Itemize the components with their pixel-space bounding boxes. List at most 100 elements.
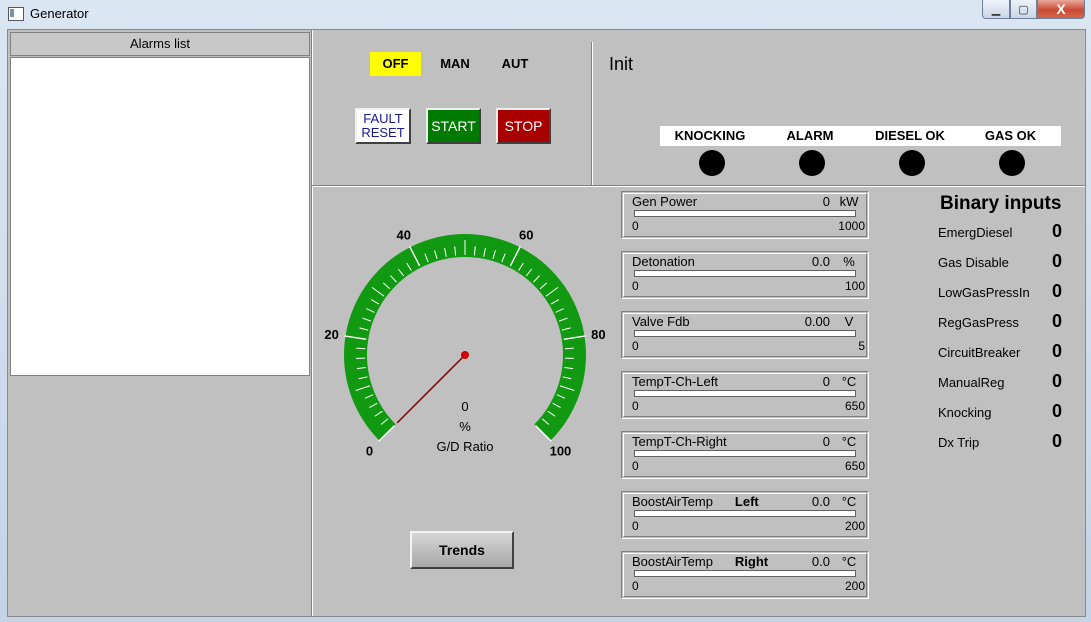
meter-value: 0.0 [811, 254, 830, 269]
knocking-indicator-light [699, 150, 725, 176]
binary-input-name: EmergDiesel [938, 225, 1013, 240]
meter-bar [634, 270, 856, 277]
indicator-label-diesel-ok: DIESEL OK [875, 128, 945, 143]
meter-name: TempT-Ch-Left [632, 374, 718, 389]
meter-value: 0.0 [811, 554, 830, 569]
maximize-button[interactable]: ▢ [1010, 0, 1037, 19]
mode-man[interactable]: MAN [433, 52, 477, 76]
meter-name-text: TempT-Ch-Right [632, 434, 727, 449]
binary-input-row: CircuitBreaker 0 [938, 341, 1062, 362]
mode-aut[interactable]: AUT [495, 52, 535, 76]
gd-ratio-gauge: 0 20 40 60 80 100 0 % G/D Ratio [312, 187, 612, 487]
gauge-unit: % [459, 419, 471, 434]
fault-reset-button[interactable]: FAULT RESET [355, 108, 411, 144]
meter-unit: °C [841, 374, 857, 389]
gauge-hub [461, 351, 469, 359]
start-button[interactable]: START [426, 108, 481, 144]
meter-min: 0 [632, 279, 639, 293]
trends-button[interactable]: Trends [410, 531, 514, 569]
mode-off[interactable]: OFF [370, 52, 421, 76]
meter-name-text: BoostAirTemp [632, 554, 713, 569]
meter-panel: BoostAirTemp Right 0.0 °C 0 200 [621, 551, 869, 599]
meter-panel: Valve Fdb 0.00 V 0 5 [621, 311, 869, 359]
meter-name-text: Detonation [632, 254, 695, 269]
meter-bar [634, 450, 856, 457]
meter-max: 100 [844, 279, 865, 293]
gauge-tick [564, 347, 574, 350]
gauge-tick [356, 347, 366, 350]
window-title: Generator [30, 6, 89, 21]
meter-name-text: Gen Power [632, 194, 698, 209]
status-text: Init [609, 54, 634, 74]
binary-input-row: Dx Trip 0 [938, 431, 1062, 452]
binary-input-row: LowGasPressIn 0 [938, 281, 1062, 302]
meter-bar [634, 510, 856, 517]
meter-min: 0 [632, 579, 639, 593]
gauge-value: 0 [461, 399, 468, 414]
meter-max: 1000 [838, 219, 865, 233]
meter-name: Valve Fdb [632, 314, 690, 329]
meter-name: BoostAirTemp Left [632, 494, 759, 509]
meter-value: 0 [822, 374, 830, 389]
gauge-needle [396, 354, 466, 424]
meter-name-side: Left [734, 494, 759, 509]
gauge-scale-label: 20 [324, 327, 338, 342]
meter-value: 0.0 [811, 494, 830, 509]
minimize-button[interactable]: ▁ [982, 0, 1010, 19]
gauge-scale-label: 60 [519, 228, 533, 243]
meter-bar [634, 330, 856, 337]
minimize-icon: ▁ [991, 3, 1001, 16]
meter-min: 0 [632, 219, 639, 233]
binary-input-name: Dx Trip [938, 435, 980, 450]
meter-unit: °C [841, 494, 857, 509]
alarm-indicator-light [799, 150, 825, 176]
title-bar[interactable]: Generator ▁ ▢ X [0, 0, 1091, 28]
indicator-label-alarm: ALARM [786, 128, 834, 143]
meter-name-text: BoostAirTemp [632, 494, 713, 509]
binary-input-name: Gas Disable [938, 255, 1009, 270]
control-divider [591, 42, 593, 185]
binary-input-value: 0 [1051, 281, 1062, 301]
gauge-dial: 0 20 40 60 80 100 0 % G/D Ratio [324, 228, 605, 459]
gauge-scale-label: 100 [550, 443, 572, 458]
close-icon: X [1056, 1, 1066, 17]
meter-bar [634, 210, 856, 217]
diesel-ok-indicator-light [899, 150, 925, 176]
meter-min: 0 [632, 519, 639, 533]
gas-ok-indicator-light [999, 150, 1025, 176]
close-button[interactable]: X [1037, 0, 1085, 19]
window-controls: ▁ ▢ X [982, 0, 1085, 20]
alarms-list[interactable] [10, 57, 310, 376]
meter-panel: BoostAirTemp Left 0.0 °C 0 200 [621, 491, 869, 539]
meter-name: BoostAirTemp Right [632, 554, 768, 569]
meter-value: 0 [822, 434, 830, 449]
binary-input-name: Knocking [938, 405, 992, 420]
window-app-icon [8, 7, 24, 21]
gauge-scale-label: 0 [366, 443, 373, 458]
meter-max: 650 [844, 399, 865, 413]
meter-name: Detonation [632, 254, 695, 269]
binary-input-row: Knocking 0 [938, 401, 1062, 422]
binary-input-value: 0 [1051, 251, 1062, 271]
gauge-scale-label: 80 [591, 327, 605, 342]
meter-name: TempT-Ch-Right [632, 434, 727, 449]
binary-input-row: RegGasPress 0 [938, 311, 1062, 332]
meter-min: 0 [632, 339, 639, 353]
meter-unit: °C [841, 554, 857, 569]
meter-name-side: Right [734, 554, 769, 569]
client-area: Alarms list OFF MAN AUT FAULT RESET START… [7, 29, 1086, 617]
meter-name-text: TempT-Ch-Left [632, 374, 718, 389]
binary-input-value: 0 [1051, 341, 1062, 361]
meter-unit: kW [839, 194, 859, 209]
binary-input-name: LowGasPressIn [938, 285, 1030, 300]
meter-panel: Gen Power 0 kW 0 1000 [621, 191, 869, 239]
alarms-list-header: Alarms list [10, 32, 310, 56]
meter-name: Gen Power [632, 194, 697, 209]
binary-input-value: 0 [1051, 221, 1062, 241]
binary-input-row: EmergDiesel 0 [938, 221, 1062, 242]
binary-input-value: 0 [1051, 431, 1062, 451]
binary-input-value: 0 [1051, 311, 1062, 331]
stop-button[interactable]: STOP [496, 108, 551, 144]
meter-name-text: Valve Fdb [632, 314, 690, 329]
meter-panel: Detonation 0.0% 0 100 [621, 251, 869, 299]
